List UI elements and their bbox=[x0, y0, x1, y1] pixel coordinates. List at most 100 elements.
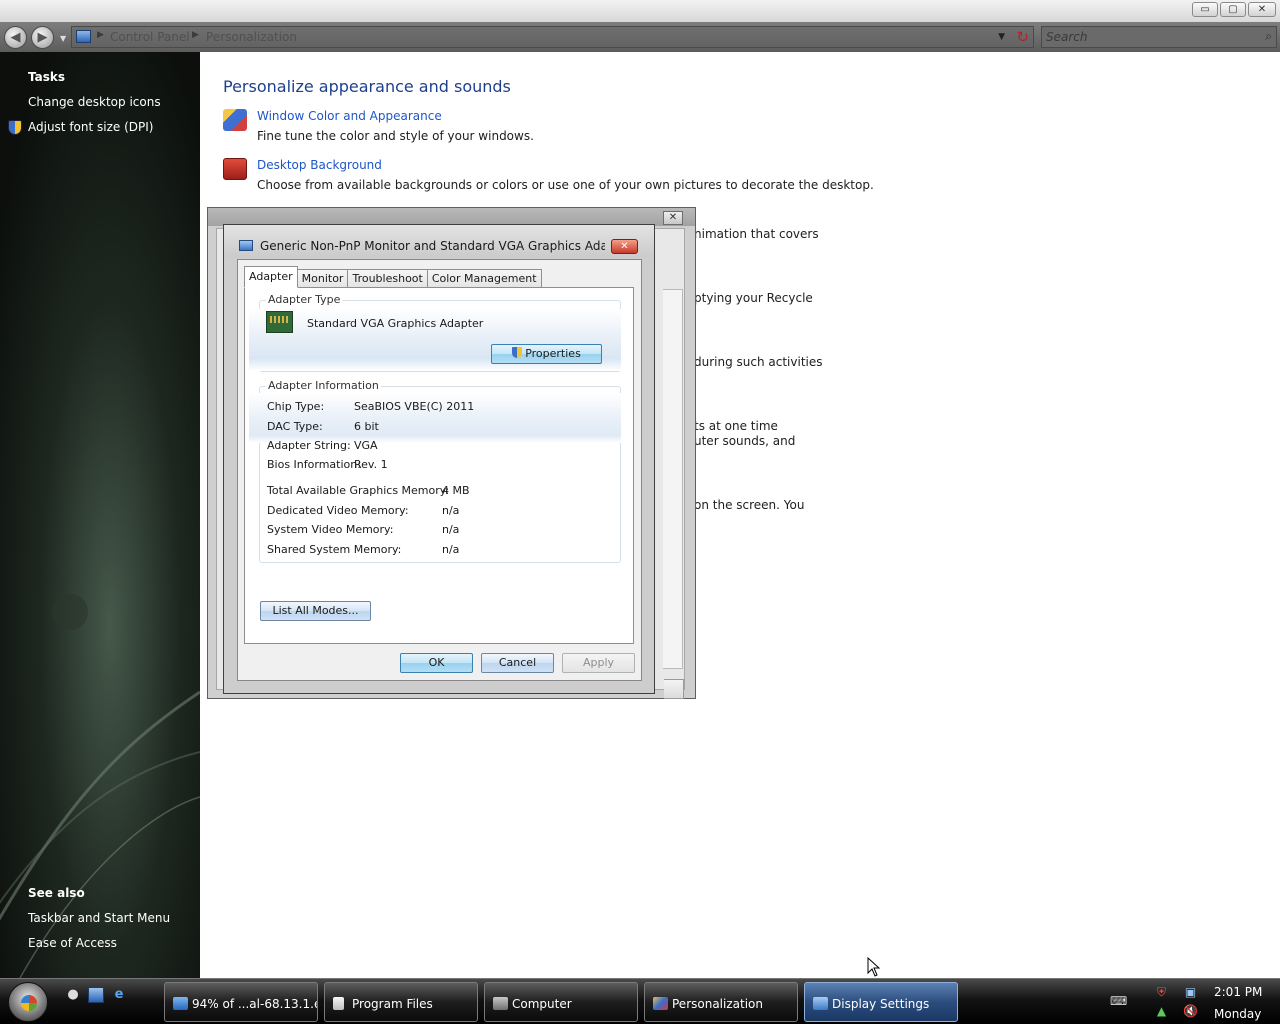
adapter-string-label: Adapter String: bbox=[267, 439, 351, 452]
clock-day[interactable]: Monday bbox=[1214, 1007, 1261, 1021]
system-tray: ⌨ ⛨ ▲ ▣ 🔇 2:01 PM Monday bbox=[1098, 982, 1280, 1022]
taskbar-button-label: Personalization bbox=[672, 997, 763, 1011]
apply-button[interactable]: Apply bbox=[562, 653, 635, 673]
taskbar-button-personalization[interactable]: Personalization bbox=[644, 982, 798, 1022]
breadcrumb-separator-icon[interactable]: ▶ bbox=[192, 30, 199, 40]
adapter-type-legend: Adapter Type bbox=[266, 293, 343, 306]
control-panel-icon bbox=[653, 997, 668, 1010]
change-desktop-icons-link[interactable]: Change desktop icons bbox=[28, 95, 161, 109]
breadcrumb-control-panel[interactable]: Control Panel bbox=[110, 30, 190, 44]
screen-saver-description-partial: nimation that covers bbox=[694, 227, 819, 241]
adjust-font-size-link[interactable]: Adjust font size (DPI) bbox=[28, 120, 153, 134]
taskbar-button-label: Program Files bbox=[352, 997, 433, 1011]
dedicated-video-memory-value: n/a bbox=[442, 504, 460, 517]
tab-strip: Adapter Monitor Troubleshoot Color Manag… bbox=[244, 266, 542, 288]
address-dropdown-icon[interactable]: ▼ bbox=[998, 32, 1005, 42]
tab-monitor[interactable]: Monitor bbox=[297, 269, 349, 288]
search-icon[interactable]: ⌕ bbox=[1265, 29, 1272, 44]
display-settings-icon bbox=[813, 997, 828, 1010]
monitor-icon bbox=[239, 240, 253, 251]
window-title-bar: ▭ ▢ ✕ bbox=[0, 0, 1280, 22]
network-icon[interactable]: ▣ bbox=[1183, 985, 1198, 1000]
download-icon bbox=[173, 997, 188, 1010]
recent-pages-dropdown-icon[interactable]: ▼ bbox=[60, 34, 66, 43]
taskbar-button-label: Computer bbox=[512, 997, 572, 1011]
properties-button-label: Properties bbox=[525, 347, 581, 360]
adapter-name: Standard VGA Graphics Adapter bbox=[307, 317, 484, 330]
properties-button[interactable]: Properties bbox=[491, 344, 602, 364]
windows-logo-icon bbox=[21, 995, 37, 1011]
maximize-button[interactable]: ▢ bbox=[1220, 2, 1246, 17]
ok-button[interactable]: OK bbox=[400, 653, 473, 673]
minimize-button[interactable]: ▭ bbox=[1192, 2, 1218, 17]
taskbar-button-download[interactable]: 94% of ...al-68.13.1.e... bbox=[164, 982, 318, 1022]
internet-explorer-icon[interactable]: e bbox=[111, 987, 127, 1003]
chip-type-label: Chip Type: bbox=[267, 400, 325, 413]
shared-system-memory-value: n/a bbox=[442, 543, 460, 556]
adapter-properties-dialog: Generic Non-PnP Monitor and Standard VGA… bbox=[223, 224, 655, 694]
list-all-modes-button[interactable]: List All Modes... bbox=[260, 601, 371, 621]
breadcrumb[interactable]: ▶ Control Panel ▶ Personalization ▼ ↻ bbox=[71, 26, 1034, 48]
total-graphics-memory-label: Total Available Graphics Memory: bbox=[267, 484, 450, 497]
task-pane: Tasks Change desktop icons Adjust font s… bbox=[0, 52, 200, 978]
adapter-information-group: Adapter Information Chip Type: SeaBIOS V… bbox=[249, 379, 621, 563]
taskbar-button-computer[interactable]: Computer bbox=[484, 982, 638, 1022]
show-desktop-icon[interactable]: ● bbox=[65, 987, 81, 1003]
close-button[interactable]: ✕ bbox=[1248, 2, 1276, 17]
switch-windows-icon[interactable] bbox=[88, 987, 104, 1003]
clock-time[interactable]: 2:01 PM bbox=[1214, 985, 1262, 999]
chip-type-value: SeaBIOS VBE(C) 2011 bbox=[354, 400, 475, 413]
keyboard-icon[interactable]: ⌨ bbox=[1110, 994, 1127, 1009]
theme-description-partial-1: ts at one time bbox=[694, 419, 778, 433]
desktop-background-description: Choose from available backgrounds or col… bbox=[257, 178, 874, 192]
bios-information-value: Rev. 1 bbox=[354, 458, 388, 471]
forward-button[interactable]: ▶ bbox=[31, 26, 54, 49]
address-bar: ◀ ▶ ▼ ▶ Control Panel ▶ Personalization … bbox=[0, 22, 1280, 52]
volume-muted-icon[interactable]: 🔇 bbox=[1183, 1004, 1198, 1019]
window-controls: ▭ ▢ ✕ bbox=[1192, 2, 1276, 17]
dialog-frame: Adapter Monitor Troubleshoot Color Manag… bbox=[237, 259, 642, 681]
search-box: ⌕ bbox=[1041, 26, 1277, 48]
window-color-link[interactable]: Window Color and Appearance bbox=[257, 109, 442, 123]
display-settings-panel bbox=[663, 289, 683, 669]
dialog-close-button[interactable]: ✕ bbox=[611, 239, 638, 254]
tab-color-management[interactable]: Color Management bbox=[427, 269, 542, 288]
adapter-string-value: VGA bbox=[354, 439, 378, 452]
dedicated-video-memory-label: Dedicated Video Memory: bbox=[267, 504, 409, 517]
tab-troubleshoot[interactable]: Troubleshoot bbox=[348, 269, 428, 288]
ease-of-access-link[interactable]: Ease of Access bbox=[28, 936, 117, 950]
taskbar-button-display-settings[interactable]: Display Settings bbox=[804, 982, 958, 1022]
breadcrumb-separator-icon[interactable]: ▶ bbox=[97, 30, 104, 40]
display-settings-button-stub[interactable] bbox=[664, 679, 684, 699]
cancel-button[interactable]: Cancel bbox=[481, 653, 554, 673]
desktop-background-link[interactable]: Desktop Background bbox=[257, 158, 382, 172]
search-input[interactable] bbox=[1046, 29, 1251, 45]
security-alert-icon[interactable]: ⛨ bbox=[1154, 985, 1169, 1000]
back-button[interactable]: ◀ bbox=[4, 26, 27, 49]
breadcrumb-personalization[interactable]: Personalization bbox=[206, 30, 297, 44]
desktop-background-icon[interactable] bbox=[223, 158, 247, 180]
control-panel-icon bbox=[76, 30, 91, 43]
tasks-heading: Tasks bbox=[28, 70, 66, 84]
uac-shield-icon bbox=[8, 120, 22, 135]
folder-icon bbox=[333, 997, 344, 1010]
bios-information-label: Bios Information: bbox=[267, 458, 361, 471]
dac-type-value: 6 bit bbox=[354, 420, 379, 433]
mouse-pointers-description-partial: during such activities bbox=[694, 355, 823, 369]
total-graphics-memory-value: 4 MB bbox=[442, 484, 470, 497]
safely-remove-hardware-icon[interactable]: ▲ bbox=[1154, 1004, 1169, 1019]
shared-system-memory-label: Shared System Memory: bbox=[267, 543, 402, 556]
taskbar-button-program-files[interactable]: Program Files bbox=[324, 982, 478, 1022]
window-color-icon[interactable] bbox=[223, 109, 247, 131]
page-title: Personalize appearance and sounds bbox=[223, 77, 511, 96]
graphics-card-icon bbox=[266, 311, 293, 333]
display-settings-close-button[interactable]: ✕ bbox=[663, 211, 683, 225]
refresh-icon[interactable]: ↻ bbox=[1016, 28, 1029, 46]
see-also-heading: See also bbox=[28, 886, 85, 900]
start-button[interactable] bbox=[8, 982, 48, 1022]
adapter-type-group: Adapter Type Standard VGA Graphics Adapt… bbox=[249, 293, 621, 372]
sounds-description-partial: ptying your Recycle bbox=[694, 291, 813, 305]
tab-adapter[interactable]: Adapter bbox=[244, 266, 298, 288]
taskbar-and-start-menu-link[interactable]: Taskbar and Start Menu bbox=[28, 911, 170, 925]
taskbar-button-label: Display Settings bbox=[832, 997, 930, 1011]
